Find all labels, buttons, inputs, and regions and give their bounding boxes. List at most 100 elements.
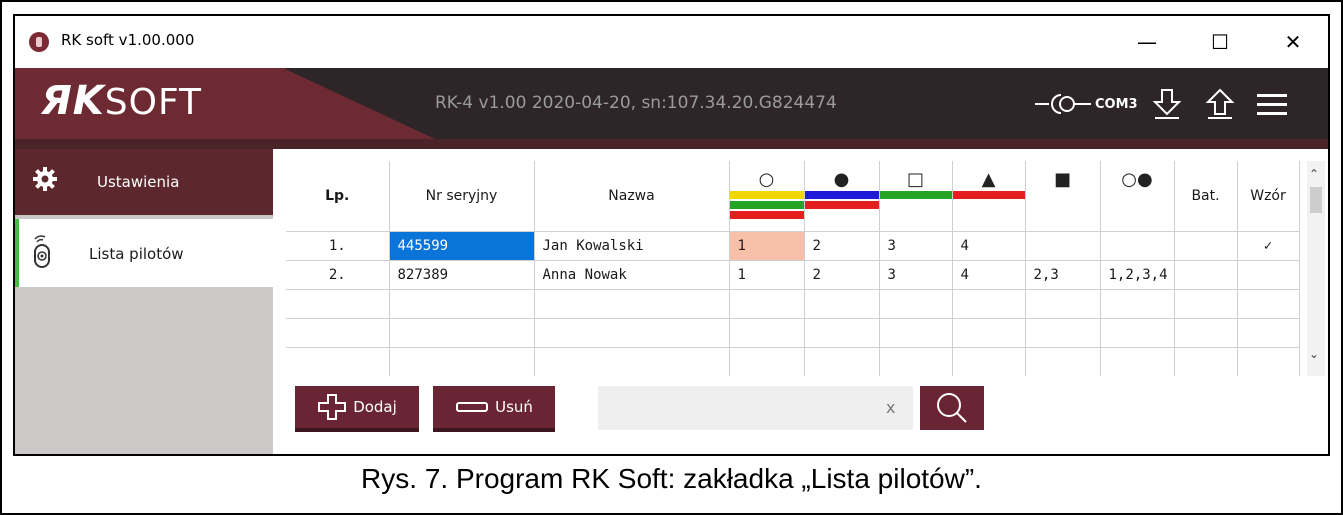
cell-empty: [286, 288, 390, 318]
table-row[interactable]: 1. 445599 Jan Kowalski 1 2 3 4 ✓: [286, 230, 1300, 260]
column-header-button5[interactable]: ■: [1025, 161, 1101, 231]
port-connection-icon[interactable]: [1035, 92, 1091, 116]
cell-battery: [1174, 230, 1238, 260]
cell-empty: [286, 317, 390, 347]
cell-button5[interactable]: [1025, 230, 1101, 260]
cell-empty: [389, 317, 535, 347]
cell-button2[interactable]: 2: [804, 259, 880, 289]
cell-button3[interactable]: 3: [879, 230, 953, 260]
cell-button4[interactable]: 4: [952, 259, 1026, 289]
cell-empty: [286, 346, 390, 376]
header-label: Wzór: [1250, 187, 1286, 204]
cell-empty: [534, 346, 730, 376]
cell-button1[interactable]: 1: [729, 230, 805, 260]
output-bar-green: [879, 191, 952, 199]
column-header-lp[interactable]: Lp.: [286, 161, 390, 231]
column-header-button6[interactable]: ○●: [1100, 161, 1175, 231]
cell-button4[interactable]: 4: [952, 230, 1026, 260]
cell-empty: [879, 288, 953, 318]
output-bar-red: [729, 211, 804, 219]
search-button[interactable]: [920, 386, 984, 430]
output-bar-blue: [804, 191, 879, 199]
delete-button-label: Usuń: [495, 398, 533, 416]
cell-empty: [1174, 346, 1238, 376]
download-icon[interactable]: [1152, 88, 1182, 120]
menu-icon[interactable]: [1255, 92, 1289, 118]
app-icon: [29, 32, 49, 52]
column-header-serial[interactable]: Nr seryjny: [389, 161, 535, 231]
output-bar-red: [952, 191, 1025, 199]
cell-empty: [534, 317, 730, 347]
remotes-table-wrap: Lp. Nr seryjny Nazwa ○ ● □ ▲ ■ ○● Bat. W…: [286, 161, 1306, 376]
cell-lp: 2.: [286, 259, 390, 289]
table-row[interactable]: 2. 827389 Anna Nowak 1 2 3 4 2,3 1,2,3,4: [286, 259, 1300, 289]
scroll-thumb[interactable]: [1310, 187, 1322, 213]
scroll-up-icon[interactable]: ⌃: [1309, 167, 1319, 181]
table-row-empty[interactable]: [286, 288, 1300, 318]
cell-name[interactable]: Anna Nowak: [534, 259, 730, 289]
delete-remote-button[interactable]: Usuń: [433, 386, 555, 432]
column-header-name[interactable]: Nazwa: [534, 161, 730, 231]
maximize-button[interactable]: ☐: [1200, 26, 1240, 58]
cell-serial[interactable]: 445599: [389, 230, 535, 260]
cell-empty: [952, 346, 1026, 376]
cell-button3[interactable]: 3: [879, 259, 953, 289]
cell-empty: [1237, 288, 1300, 318]
sidebar: Ustawienia Lista pilotów: [15, 149, 273, 454]
column-header-button2[interactable]: ●: [804, 161, 880, 231]
cell-empty: [804, 288, 880, 318]
table-row-empty[interactable]: [286, 317, 1300, 347]
cell-template-check[interactable]: ✓: [1237, 230, 1300, 260]
column-header-button3[interactable]: □: [879, 161, 953, 231]
cell-button6[interactable]: [1100, 230, 1175, 260]
vertical-scrollbar[interactable]: ⌃ ⌄: [1307, 161, 1325, 376]
cell-button6[interactable]: 1,2,3,4: [1100, 259, 1175, 289]
remote-icon: [34, 235, 50, 268]
triangle-filled-icon: ▲: [981, 169, 996, 190]
cell-empty: [1174, 288, 1238, 318]
cell-lp: 1.: [286, 230, 390, 260]
sidebar-item-label: Ustawienia: [97, 173, 180, 191]
table-row-empty[interactable]: [286, 346, 1300, 376]
cell-battery: [1174, 259, 1238, 289]
column-header-template[interactable]: Wzór: [1237, 161, 1300, 231]
output-bar-yellow: [729, 191, 804, 199]
square-filled-icon: ■: [1053, 169, 1071, 190]
cell-empty: [534, 288, 730, 318]
scroll-down-icon[interactable]: ⌄: [1309, 347, 1319, 361]
figure-caption: Rys. 7. Program RK Soft: zakładka „Lista…: [361, 463, 982, 494]
cell-template-check[interactable]: [1237, 259, 1300, 289]
header-bottom-strip: [15, 139, 1328, 149]
cell-empty: [729, 346, 805, 376]
column-header-button4[interactable]: ▲: [952, 161, 1026, 231]
cell-serial[interactable]: 827389: [389, 259, 535, 289]
cell-empty: [1237, 346, 1300, 376]
cell-button2[interactable]: 2: [804, 230, 880, 260]
minimize-button[interactable]: —: [1127, 26, 1167, 58]
cell-empty: [879, 346, 953, 376]
cell-empty: [389, 346, 535, 376]
upload-icon[interactable]: [1205, 88, 1235, 120]
output-bar-red: [804, 201, 879, 209]
app-header: ЯKSOFT RK-4 v1.00 2020-04-20, sn:107.34.…: [15, 68, 1328, 139]
cell-empty: [389, 288, 535, 318]
table-header-row: Lp. Nr seryjny Nazwa ○ ● □ ▲ ■ ○● Bat. W…: [286, 161, 1300, 231]
cell-empty: [879, 317, 953, 347]
cell-button1[interactable]: 1: [729, 259, 805, 289]
column-header-button1[interactable]: ○: [729, 161, 805, 231]
add-remote-button[interactable]: Dodaj: [295, 386, 419, 432]
cell-name[interactable]: Jan Kowalski: [534, 230, 730, 260]
close-button[interactable]: ✕: [1273, 26, 1313, 58]
column-header-battery[interactable]: Bat.: [1174, 161, 1238, 231]
sidebar-item-remotes[interactable]: Lista pilotów: [15, 219, 273, 287]
cell-empty: [1100, 346, 1175, 376]
window-title: RK soft v1.00.000: [61, 31, 195, 49]
add-button-label: Dodaj: [353, 398, 397, 416]
circle-outline-icon: ○: [758, 169, 775, 190]
square-outline-icon: □: [906, 169, 924, 190]
cell-button5[interactable]: 2,3: [1025, 259, 1101, 289]
cell-empty: [729, 288, 805, 318]
search-input[interactable]: x: [598, 386, 913, 430]
search-clear-button[interactable]: x: [886, 398, 895, 417]
sidebar-item-settings[interactable]: Ustawienia: [15, 149, 273, 215]
